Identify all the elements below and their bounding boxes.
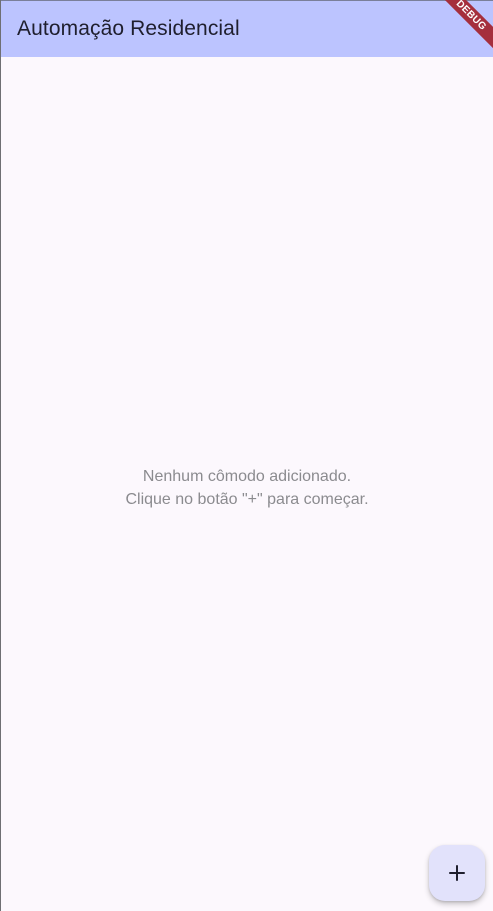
app-screen: Automação Residencial DEBUG Nenhum cômod… <box>0 0 493 911</box>
app-bar: Automação Residencial <box>1 0 493 57</box>
add-room-button[interactable] <box>429 845 485 901</box>
plus-icon <box>448 864 466 882</box>
empty-state-message: Nenhum cômodo adicionado. Clique no botã… <box>1 465 493 511</box>
empty-state-line-2: Clique no botão "+" para começar. <box>125 491 369 508</box>
empty-state-line-1: Nenhum cômodo adicionado. <box>142 468 352 485</box>
app-title: Automação Residencial <box>17 17 240 40</box>
